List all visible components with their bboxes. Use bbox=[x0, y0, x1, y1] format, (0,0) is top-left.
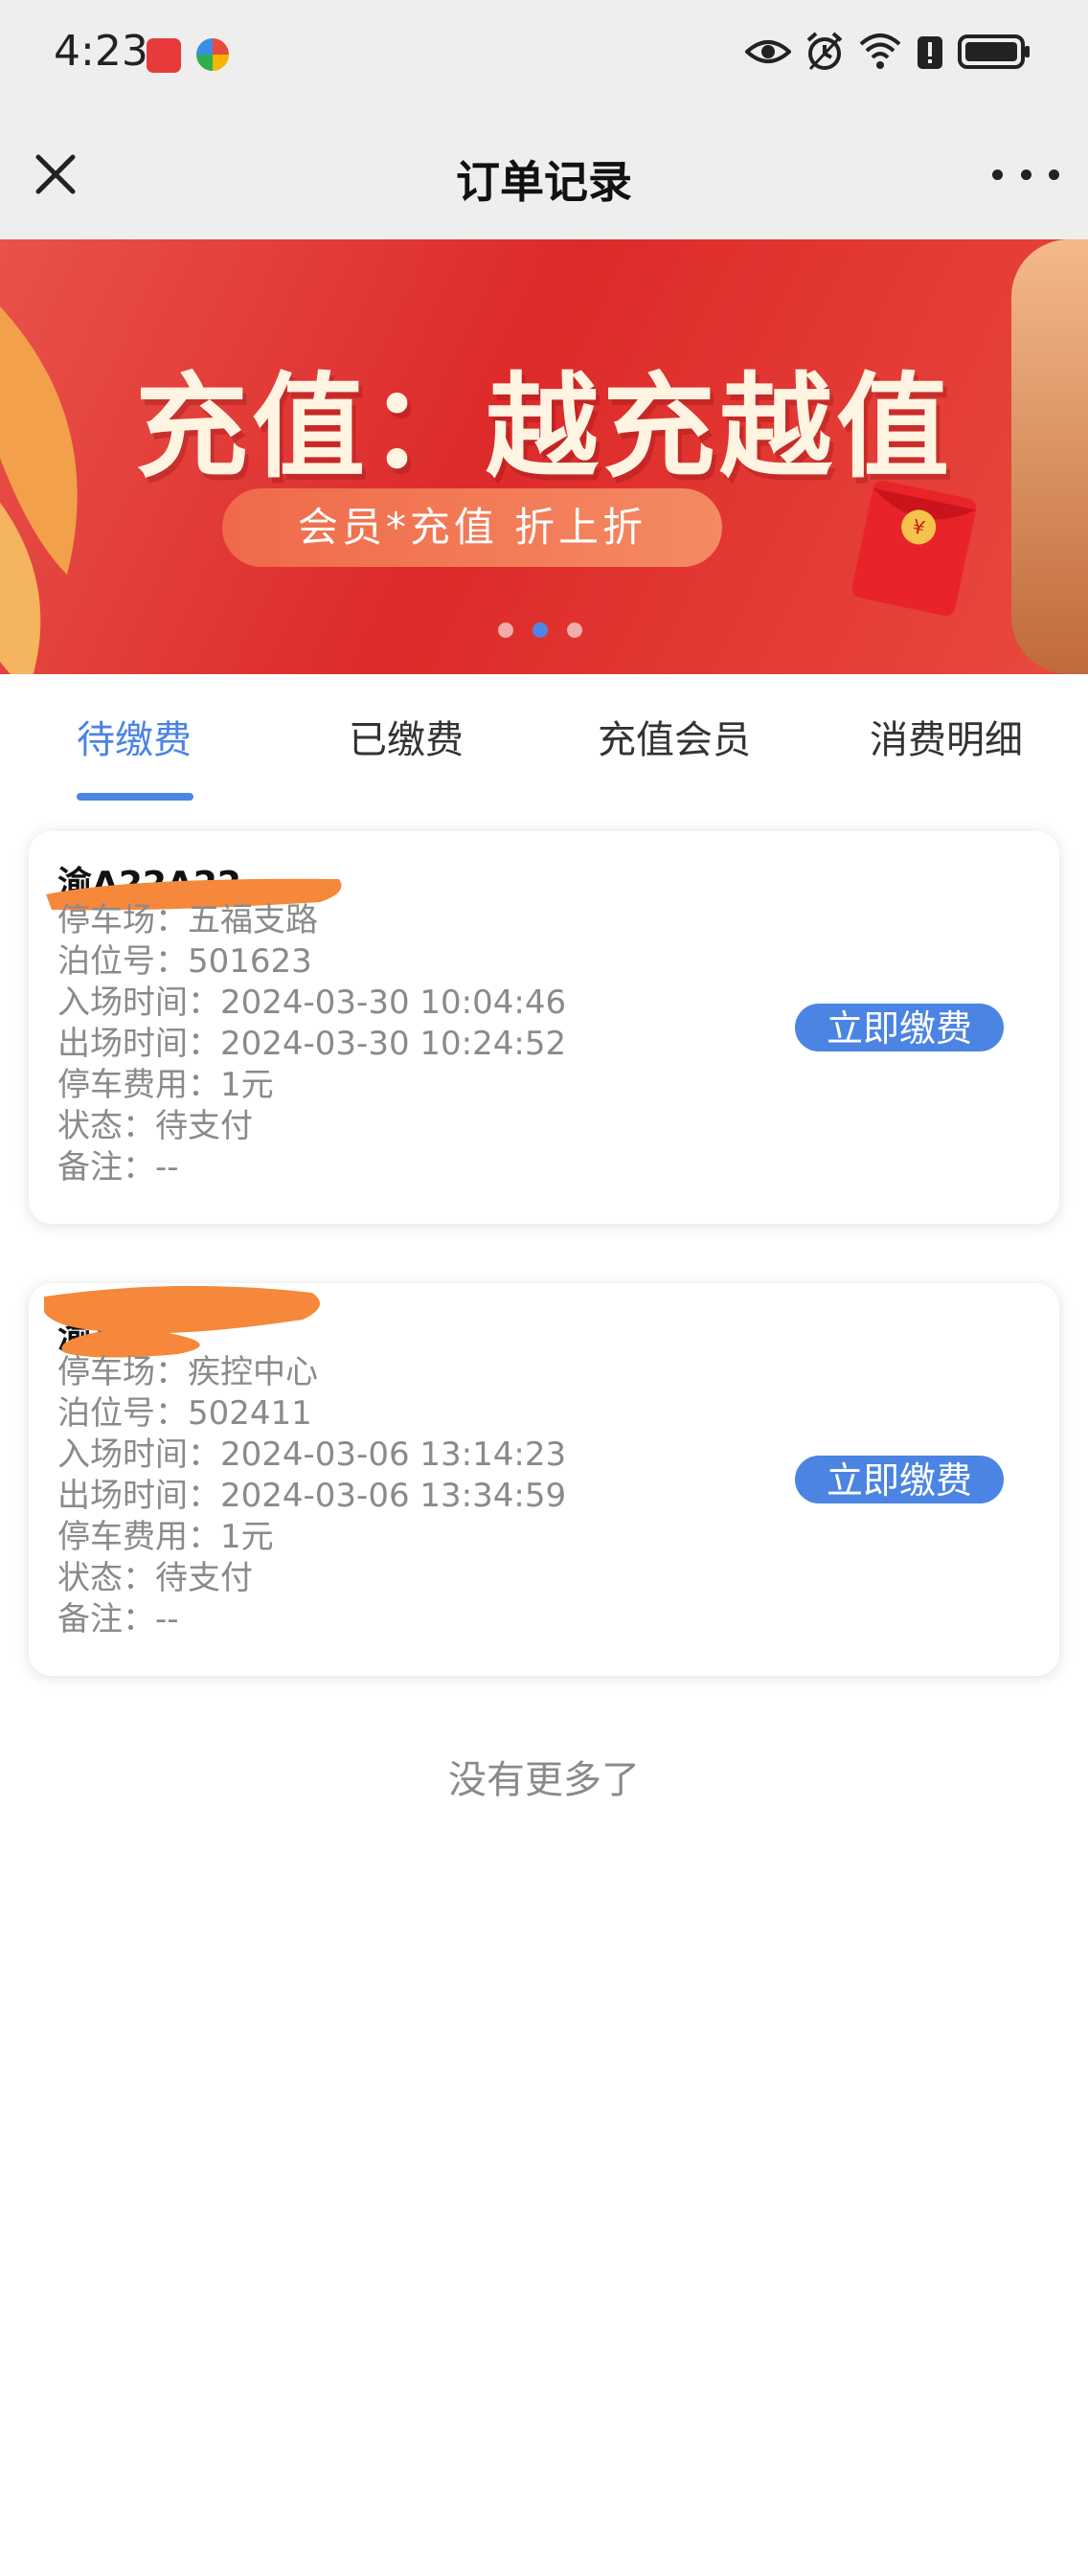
order-fields: 停车场：五福支路 泊位号：501623 入场时间：2024-03-30 10:0… bbox=[57, 900, 566, 1188]
more-dot bbox=[992, 169, 1003, 180]
tab-active-indicator bbox=[77, 793, 193, 801]
nav-bar: 订单记录 bbox=[0, 113, 1088, 239]
page-title: 订单记录 bbox=[456, 156, 632, 208]
field-remark: 备注：-- bbox=[57, 1148, 179, 1186]
order-card: 渝A22 停车场：疾控中心 泊位号：502411 入场时间：2024-03-06… bbox=[29, 1283, 1059, 1676]
field-remark: 备注：-- bbox=[57, 1600, 179, 1638]
carousel-dot-active[interactable] bbox=[533, 622, 548, 638]
carousel-dots bbox=[498, 622, 582, 638]
order-card: 渝A22A22 停车场：五福支路 泊位号：501623 入场时间：2024-03… bbox=[29, 831, 1059, 1224]
tab-recharge-member[interactable]: 充值会员 bbox=[598, 709, 751, 764]
banner-title: 充值：越充越值 bbox=[134, 361, 953, 493]
pay-now-button[interactable]: 立即缴费 bbox=[795, 1456, 1004, 1503]
carousel-dot[interactable] bbox=[567, 622, 582, 638]
field-entry-time: 入场时间：2024-03-30 10:04:46 bbox=[57, 983, 567, 1022]
more-icon[interactable] bbox=[992, 155, 1059, 193]
alarm-icon bbox=[805, 31, 845, 73]
field-exit-time: 出场时间：2024-03-30 10:24:52 bbox=[57, 1025, 567, 1063]
field-berth-number: 泊位号：502411 bbox=[57, 1394, 312, 1433]
promo-banner[interactable]: ¥ 充值：越充越值 会员*充值 折上折 bbox=[0, 239, 1088, 674]
pay-now-button[interactable]: 立即缴费 bbox=[795, 1004, 1004, 1051]
field-parking-fee: 停车费用：1元 bbox=[57, 1066, 274, 1104]
redaction-mark bbox=[44, 1285, 320, 1358]
status-time: 4:23 bbox=[54, 27, 148, 76]
field-parking-lot: 停车场：疾控中心 bbox=[57, 1353, 318, 1391]
tab-paid[interactable]: 已缴费 bbox=[349, 709, 464, 764]
tab-bar: 待缴费 已缴费 充值会员 消费明细 bbox=[0, 674, 1088, 804]
field-parking-fee: 停车费用：1元 bbox=[57, 1518, 274, 1556]
field-parking-lot: 停车场：五福支路 bbox=[57, 901, 318, 939]
no-more-text: 没有更多了 bbox=[448, 1758, 640, 1802]
alert-icon bbox=[916, 31, 944, 73]
field-status: 状态：待支付 bbox=[57, 1559, 253, 1597]
tab-pending[interactable]: 待缴费 bbox=[77, 709, 192, 764]
tab-consumption-details[interactable]: 消费明细 bbox=[870, 709, 1023, 764]
order-fields: 停车场：疾控中心 泊位号：502411 入场时间：2024-03-06 13:1… bbox=[57, 1352, 566, 1640]
huawei-app-icon bbox=[147, 38, 181, 73]
battery-icon bbox=[958, 31, 1031, 73]
wifi-icon bbox=[858, 31, 902, 73]
status-bar: 4:23 bbox=[0, 0, 1088, 113]
field-berth-number: 泊位号：501623 bbox=[57, 942, 312, 981]
banner-subtitle: 会员*充值 折上折 bbox=[222, 488, 722, 567]
field-status: 状态：待支付 bbox=[57, 1107, 253, 1145]
more-dot bbox=[1049, 169, 1059, 180]
carousel-dot[interactable] bbox=[498, 622, 513, 638]
field-exit-time: 出场时间：2024-03-06 13:34:59 bbox=[57, 1477, 567, 1515]
browser-app-icon bbox=[196, 38, 229, 71]
more-dot bbox=[1020, 169, 1031, 180]
field-entry-time: 入场时间：2024-03-06 13:14:23 bbox=[57, 1435, 567, 1474]
status-icons bbox=[745, 31, 1031, 73]
eye-icon bbox=[745, 31, 791, 73]
